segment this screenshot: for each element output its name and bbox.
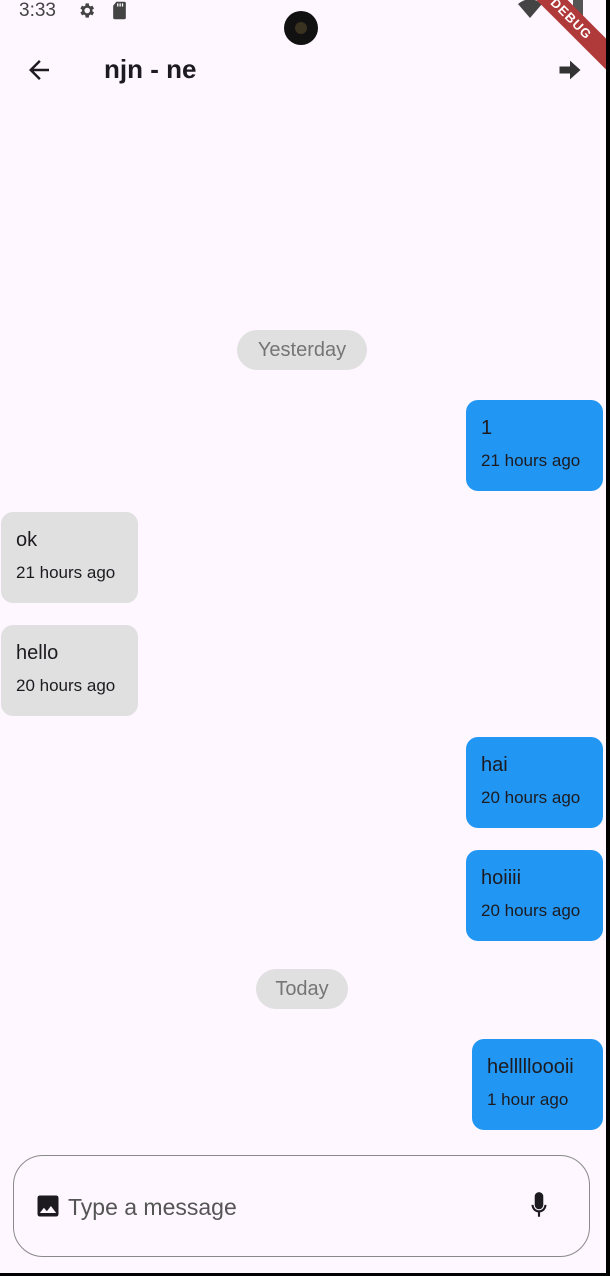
screen-edge — [606, 0, 610, 1276]
message-time: 1 hour ago — [487, 1090, 569, 1109]
message-time: 21 hours ago — [481, 451, 581, 470]
message-bubble-sent[interactable]: hoiiii 20 hours ago — [466, 850, 603, 941]
message-time: 20 hours ago — [16, 676, 116, 695]
message-bubble-sent[interactable]: hai 20 hours ago — [466, 737, 603, 828]
message-bubble-sent[interactable]: hellllloooii 1 hour ago — [472, 1039, 603, 1130]
message-text: 1 — [481, 417, 493, 439]
status-bar: 3:33 — [0, 0, 606, 45]
message-composer — [13, 1155, 590, 1257]
gear-icon — [80, 3, 95, 18]
message-time: 20 hours ago — [481, 901, 581, 920]
date-chip-yesterday: Yesterday — [237, 330, 367, 370]
message-text: hai — [481, 754, 508, 776]
message-time: 20 hours ago — [481, 788, 581, 807]
message-text: ok — [16, 529, 38, 551]
page-title: njn - ne — [104, 54, 197, 84]
message-time: 21 hours ago — [16, 563, 116, 582]
message-bubble-received[interactable]: ok 21 hours ago — [1, 512, 138, 603]
message-bubble-received[interactable]: hello 20 hours ago — [1, 625, 138, 716]
mic-icon[interactable] — [526, 1191, 552, 1221]
arrow-forward-icon[interactable] — [556, 56, 584, 84]
message-text: hello — [16, 642, 59, 664]
message-text: hellllloooii — [487, 1056, 574, 1078]
arrow-back-icon[interactable] — [24, 55, 54, 85]
message-text: hoiiii — [481, 867, 522, 889]
status-time: 3:33 — [19, 0, 56, 21]
date-chip-today: Today — [256, 969, 348, 1009]
sd-card-icon — [113, 1, 126, 20]
message-input[interactable] — [66, 1186, 510, 1228]
app-bar: njn - ne — [0, 40, 606, 100]
message-bubble-sent[interactable]: 1 21 hours ago — [466, 400, 603, 491]
image-icon[interactable] — [34, 1192, 62, 1220]
chat-screen: 3:33 DEBUG njn - ne Yesterday 1 21 hours… — [0, 0, 606, 1273]
